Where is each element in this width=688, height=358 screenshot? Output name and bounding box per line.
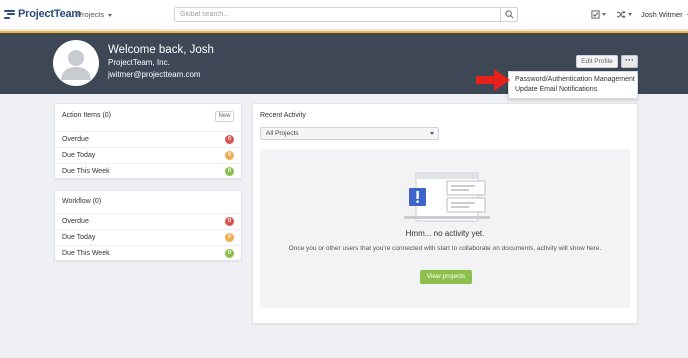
empty-activity-illustration-icon	[404, 172, 490, 222]
more-options-button[interactable]: ···	[621, 55, 638, 68]
count-badge: 0	[225, 167, 234, 176]
project-filter-select[interactable]: All Projects	[260, 127, 439, 140]
welcome-heading: Welcome back, Josh	[108, 44, 214, 56]
chevron-down-icon	[430, 132, 434, 135]
view-projects-button[interactable]: View projects	[420, 270, 472, 284]
list-item-label: Due This Week	[62, 168, 110, 175]
list-item[interactable]: Due This Week 0	[55, 245, 241, 261]
search-input[interactable]	[175, 8, 499, 21]
project-filter-value: All Projects	[266, 130, 299, 137]
count-badge: 0	[225, 249, 234, 258]
user-name: Josh Witmer	[641, 10, 683, 19]
logo-text: ProjectTeam	[18, 8, 82, 20]
chevron-down-icon	[108, 13, 113, 17]
list-item[interactable]: Due This Week 0	[55, 163, 241, 179]
global-search	[174, 7, 518, 22]
search-button[interactable]	[500, 8, 517, 21]
list-item-label: Overdue	[62, 218, 89, 225]
count-badge: 0	[225, 151, 234, 160]
top-navbar: ProjectTeam Projects Josh Witmer	[0, 0, 688, 30]
profile-options-dropdown: Password/Authentication Management Updat…	[508, 71, 638, 99]
user-menu[interactable]: Josh Witmer	[641, 10, 688, 19]
count-badge: 0	[225, 217, 234, 226]
recent-activity-card: Recent Activity All Projects Hmm... no a…	[252, 103, 638, 324]
avatar	[53, 40, 99, 86]
company-name: ProjectTeam, Inc.	[108, 58, 170, 67]
count-badge: 0	[225, 233, 234, 242]
count-badge: 0	[225, 135, 234, 144]
list-item-label: Due This Week	[62, 250, 110, 257]
shuffle-icon	[616, 10, 626, 19]
projects-menu[interactable]: Projects	[77, 10, 113, 19]
list-item-label: Due Today	[62, 152, 96, 159]
new-action-item-button[interactable]: New	[215, 111, 234, 122]
recent-activity-title: Recent Activity	[260, 112, 306, 119]
chevron-down-icon	[628, 13, 632, 16]
edit-profile-button[interactable]: Edit Profile	[576, 55, 618, 68]
menu-item-password-authentication[interactable]: Password/Authentication Management	[509, 74, 637, 84]
list-item[interactable]: Overdue 0	[55, 131, 241, 147]
logo-icon	[4, 9, 15, 20]
empty-state-title: Hmm... no activity yet.	[405, 229, 485, 238]
list-item[interactable]: Due Today 0	[55, 147, 241, 163]
action-items-title: Action Items (0)	[62, 112, 112, 119]
list-item[interactable]: Overdue 0	[55, 213, 241, 229]
annotation-arrow-icon	[476, 69, 510, 91]
workflow-menu[interactable]	[616, 10, 632, 19]
action-items-card: Action Items (0) New Overdue 0 Due Today…	[54, 103, 242, 179]
tasks-menu[interactable]	[591, 10, 606, 19]
search-icon	[505, 10, 514, 19]
user-avatar-icon	[61, 50, 91, 80]
list-item-label: Due Today	[62, 234, 96, 241]
user-email: jwitmer@projectteam.com	[108, 70, 201, 79]
projects-menu-label: Projects	[77, 10, 105, 19]
workflow-card: Workflow (0) Overdue 0 Due Today 0 Due T…	[54, 190, 242, 261]
empty-state-message: Once you or other users that you're conn…	[288, 245, 602, 252]
workflow-title: Workflow (0)	[62, 198, 102, 205]
logo[interactable]: ProjectTeam	[4, 8, 81, 20]
chevron-down-icon	[602, 13, 606, 16]
list-item[interactable]: Due Today 0	[55, 229, 241, 245]
checkbox-icon	[591, 10, 600, 19]
list-item-label: Overdue	[62, 136, 89, 143]
menu-item-email-notifications[interactable]: Update Email Notifications	[509, 84, 637, 94]
empty-state-panel: Hmm... no activity yet. Once you or othe…	[260, 149, 630, 308]
